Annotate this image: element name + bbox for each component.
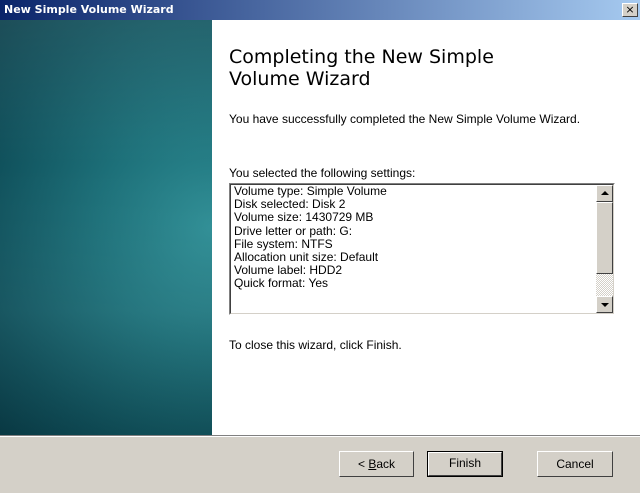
close-icon: × [625,3,635,16]
scroll-thumb[interactable] [596,202,613,274]
wizard-side-banner [0,20,212,435]
settings-summary-box[interactable]: Volume type: Simple Volume Disk selected… [229,183,615,315]
scroll-down-arrow-icon [601,303,609,307]
settings-box-frame: Volume type: Simple Volume Disk selected… [230,184,614,314]
page-title: Completing the New Simple Volume Wizard [229,46,494,90]
close-button[interactable]: × [622,3,638,17]
banner-gradient [0,20,212,435]
success-message: You have successfully completed the New … [229,112,581,126]
window-title: New Simple Volume Wizard [4,3,174,16]
vertical-scrollbar[interactable] [596,185,613,313]
close-instruction: To close this wizard, click Finish. [229,338,402,352]
wizard-content: Completing the New Simple Volume Wizard … [212,20,640,435]
scroll-up-arrow-icon [601,191,609,195]
cancel-button[interactable]: Cancel [537,451,613,477]
scroll-up-button[interactable] [596,185,613,202]
back-prefix: < [357,457,369,471]
title-bar[interactable]: New Simple Volume Wizard × [0,0,640,20]
settings-line: Drive letter or path: G: [234,223,353,238]
settings-line: Volume size: 1430729 MB [234,210,374,225]
back-button[interactable]: < Back [339,451,414,477]
finish-label: Finish [428,452,502,476]
finish-button[interactable]: Finish [427,451,503,477]
scroll-down-button[interactable] [596,296,613,313]
settings-line: Quick format: Yes [234,276,329,291]
back-rest: ack [376,457,396,471]
settings-label: You selected the following settings: [229,166,416,180]
button-bar: < Back Finish Cancel [0,435,640,493]
wizard-window: New Simple Volume Wizard × Completing th… [0,0,640,493]
settings-list: Volume type: Simple Volume Disk selected… [234,184,574,291]
